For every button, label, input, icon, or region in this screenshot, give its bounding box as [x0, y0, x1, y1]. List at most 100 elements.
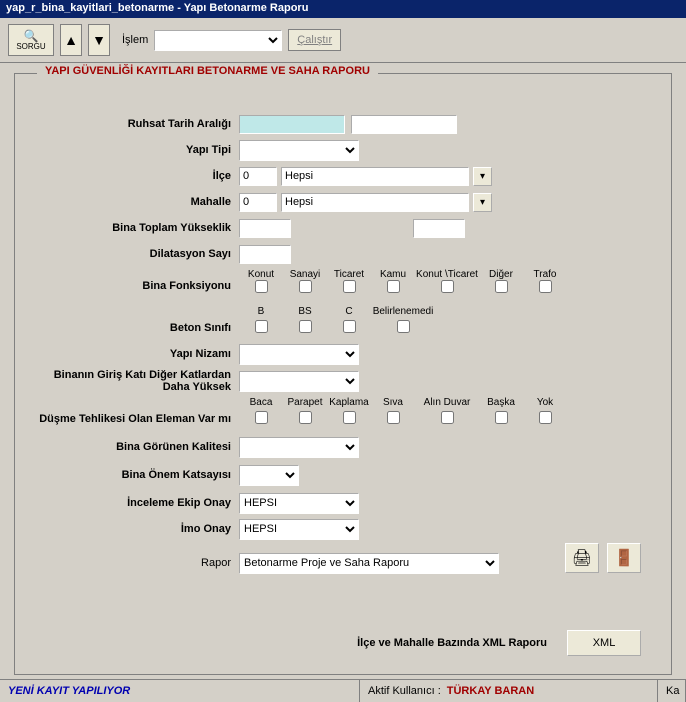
status-tail: Ka — [658, 680, 686, 702]
hdr: Diğer — [479, 269, 523, 280]
hdr: Alın Duvar — [415, 397, 479, 408]
statusbar: YENİ KAYIT YAPILIYOR Aktif Kullanıcı : T… — [0, 679, 686, 702]
mahalle-name-input[interactable] — [281, 193, 469, 212]
ilce-lookup-button[interactable]: ▾ — [473, 167, 492, 186]
label-giris-kat: Binanın Giriş Katı Diğer Katlardan Daha … — [29, 369, 239, 393]
label-inceleme-onay: İnceleme Ekip Onay — [29, 497, 239, 509]
status-user-name: TÜRKAY BARAN — [447, 685, 534, 697]
sorgu-label: SORGU — [16, 42, 45, 51]
giris-kat-select[interactable] — [239, 371, 359, 392]
cb-kaplama[interactable] — [343, 411, 356, 424]
print-button[interactable]: 🖨 — [565, 543, 599, 573]
cb-diger[interactable] — [495, 280, 508, 293]
label-yapi-tipi: Yapı Tipi — [29, 144, 239, 156]
window-titlebar: yap_r_bina_kayitlari_betonarme - Yapı Be… — [0, 0, 686, 18]
group-title: YAPI GÜVENLİĞİ KAYITLARI BETONARME VE SA… — [37, 65, 378, 77]
next-button[interactable]: ▼ — [88, 24, 110, 56]
label-ruhsat: Ruhsat Tarih Aralığı — [29, 118, 239, 130]
hdr: Kaplama — [327, 397, 371, 408]
sorgu-button[interactable]: 🔍 SORGU — [8, 24, 54, 56]
label-rapor: Rapor — [29, 557, 239, 569]
hdr: Sanayi — [283, 269, 327, 280]
cb-alin-duvar[interactable] — [441, 411, 454, 424]
calistir-button[interactable]: Çalıştır — [288, 29, 341, 51]
cb-kamu[interactable] — [387, 280, 400, 293]
dropdown-icon: ▾ — [480, 171, 485, 182]
cb-ticaret[interactable] — [343, 280, 356, 293]
label-mahalle: Mahalle — [29, 196, 239, 208]
gorunen-kalite-select[interactable] — [239, 437, 359, 458]
label-ilce: İlçe — [29, 170, 239, 182]
printer-icon: 🖨 — [572, 548, 592, 568]
hdr: Belirlenemedi — [371, 306, 435, 317]
cb-sanayi[interactable] — [299, 280, 312, 293]
report-groupbox: YAPI GÜVENLİĞİ KAYITLARI BETONARME VE SA… — [14, 73, 672, 675]
label-gorunen-kalite: Bina Görünen Kalitesi — [29, 441, 239, 453]
hdr: Yok — [523, 397, 567, 408]
cb-b[interactable] — [255, 320, 268, 333]
label-dusme: Düşme Tehlikesi Olan Eleman Var mı — [29, 413, 239, 425]
prev-button[interactable]: ▲ — [60, 24, 82, 56]
binoculars-icon: 🔍 — [24, 30, 39, 42]
inceleme-onay-select[interactable]: HEPSI — [239, 493, 359, 514]
fonksiyon-headers: Konut Sanayi Ticaret Kamu Konut \Ticaret… — [239, 269, 657, 280]
cb-yok[interactable] — [539, 411, 552, 424]
label-yukseklik: Bina Toplam Yükseklik — [29, 222, 239, 234]
cb-siva[interactable] — [387, 411, 400, 424]
cb-baska[interactable] — [495, 411, 508, 424]
xml-label: İlçe ve Mahalle Bazında XML Raporu — [357, 637, 547, 649]
islem-label: İşlem — [122, 34, 148, 46]
label-yapi-nizami: Yapı Nizamı — [29, 348, 239, 360]
cb-trafo[interactable] — [539, 280, 552, 293]
door-icon: 🚪 — [614, 548, 634, 568]
cb-baca[interactable] — [255, 411, 268, 424]
hdr: Kamu — [371, 269, 415, 280]
dusme-headers: Baca Parapet Kaplama Sıva Alın Duvar Baş… — [239, 397, 657, 408]
cb-c[interactable] — [343, 320, 356, 333]
onem-katsayi-select[interactable] — [239, 465, 299, 486]
label-beton-sinifi: Beton Sınıfı — [29, 322, 239, 334]
label-onem-katsayi: Bina Önem Katsayısı — [29, 469, 239, 481]
dropdown-icon: ▾ — [480, 197, 485, 208]
yapi-nizami-select[interactable] — [239, 344, 359, 365]
label-dilatasyon: Dilatasyon Sayı — [29, 248, 239, 260]
status-user: Aktif Kullanıcı : TÜRKAY BARAN — [360, 680, 658, 702]
status-mode: YENİ KAYIT YAPILIYOR — [0, 680, 360, 702]
hdr: Konut \Ticaret — [415, 269, 479, 280]
rapor-select[interactable]: Betonarme Proje ve Saha Raporu — [239, 553, 499, 574]
hdr: BS — [283, 306, 327, 317]
beton-headers: B BS C Belirlenemedi — [239, 306, 657, 317]
hdr: Sıva — [371, 397, 415, 408]
status-user-label: Aktif Kullanıcı : — [368, 685, 441, 697]
workarea: YAPI GÜVENLİĞİ KAYITLARI BETONARME VE SA… — [0, 63, 686, 677]
islem-select[interactable] — [154, 30, 282, 51]
cb-bs[interactable] — [299, 320, 312, 333]
yukseklik-max-input[interactable] — [413, 219, 465, 238]
toolbar: 🔍 SORGU ▲ ▼ İşlem Çalıştır — [0, 18, 686, 63]
xml-button[interactable]: XML — [567, 630, 641, 656]
exit-button[interactable]: 🚪 — [607, 543, 641, 573]
hdr: Parapet — [283, 397, 327, 408]
yapi-tipi-select[interactable] — [239, 140, 359, 161]
hdr: Konut — [239, 269, 283, 280]
hdr: B — [239, 306, 283, 317]
ilce-name-input[interactable] — [281, 167, 469, 186]
hdr: C — [327, 306, 371, 317]
arrow-up-icon: ▲ — [64, 32, 78, 48]
ruhsat-date-from[interactable] — [239, 115, 345, 134]
cb-belirlenemedi[interactable] — [397, 320, 410, 333]
cb-parapet[interactable] — [299, 411, 312, 424]
yukseklik-min-input[interactable] — [239, 219, 291, 238]
mahalle-code-input[interactable] — [239, 193, 277, 212]
dilatasyon-input[interactable] — [239, 245, 291, 264]
label-fonksiyon: Bina Fonksiyonu — [29, 280, 239, 292]
hdr: Ticaret — [327, 269, 371, 280]
ruhsat-date-to[interactable] — [351, 115, 457, 134]
imo-onay-select[interactable]: HEPSI — [239, 519, 359, 540]
hdr: Baca — [239, 397, 283, 408]
hdr: Başka — [479, 397, 523, 408]
ilce-code-input[interactable] — [239, 167, 277, 186]
cb-konut-ticaret[interactable] — [441, 280, 454, 293]
cb-konut[interactable] — [255, 280, 268, 293]
mahalle-lookup-button[interactable]: ▾ — [473, 193, 492, 212]
